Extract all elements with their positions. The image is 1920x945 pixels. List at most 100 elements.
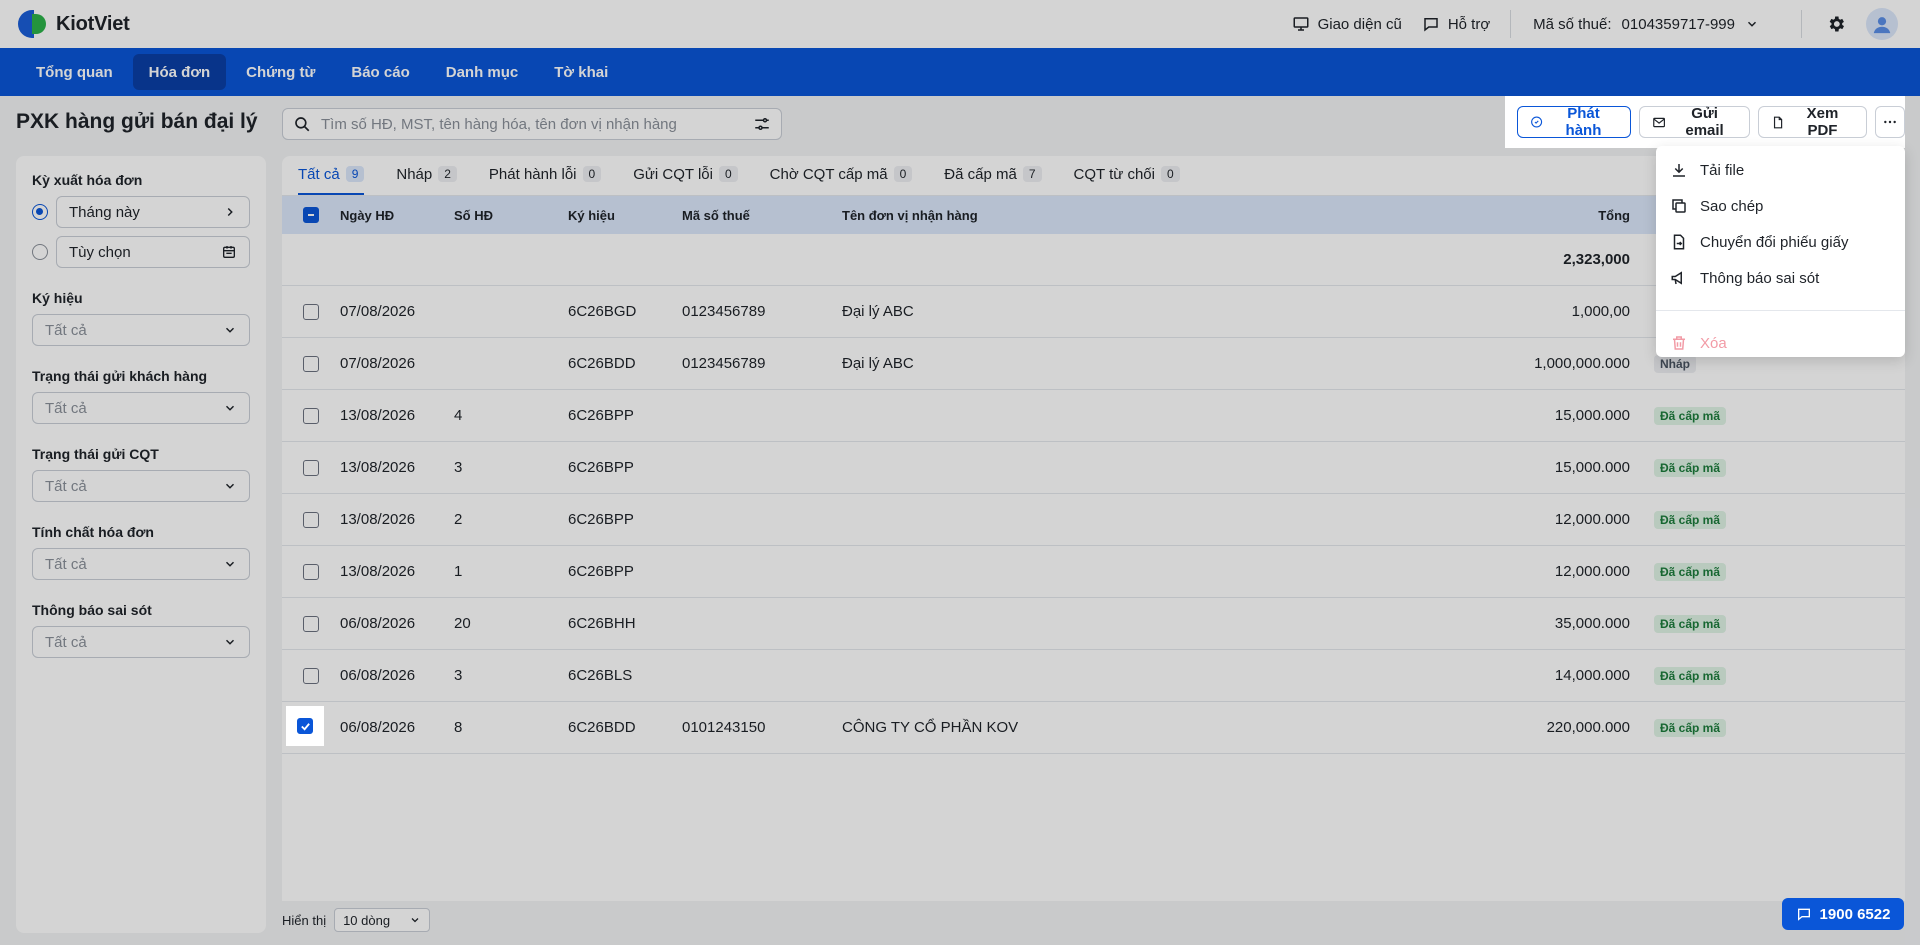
select-all-checkbox[interactable]	[303, 207, 319, 223]
cell-date: 07/08/2026	[340, 303, 416, 320]
chevron-down-icon	[411, 918, 419, 923]
nav-item-documents[interactable]: Chứng từ	[230, 54, 331, 90]
col-total[interactable]: Tổng	[1422, 208, 1630, 223]
table-row[interactable]: 06/08/2026 8 6C26BDD 0101243150 CÔNG TY CỔ P…	[282, 702, 1905, 754]
menu-item-copy[interactable]: Sao chép	[1656, 188, 1905, 224]
main-nav: Tổng quan Hóa đơn Chứng từ Báo cáo Danh …	[0, 48, 1920, 96]
radio-custom[interactable]	[32, 244, 48, 260]
row-checkbox[interactable]	[303, 563, 319, 580]
table-row[interactable]: 13/08/2026 1 6C26BPP 12,000.000 Đã cấp mã	[282, 546, 1905, 598]
symbol-select[interactable]: Tất cả	[32, 314, 250, 346]
menu-item-convert-paper[interactable]: Chuyển đổi phiếu giấy	[1656, 224, 1905, 260]
show-label: Hiển thị	[282, 912, 327, 928]
table-row[interactable]: 13/08/2026 4 6C26BPP 15,000.000 Đã cấp mã	[282, 390, 1905, 442]
stamp-icon	[1531, 116, 1543, 128]
send-email-label: Gửi email	[1685, 105, 1724, 139]
period-custom-field[interactable]: Tùy chọn	[56, 236, 250, 268]
cell-date: 06/08/2026	[340, 719, 416, 736]
cell-total: 15,000.000	[1554, 407, 1630, 424]
table-row[interactable]: 13/08/2026 2 6C26BPP 12,000.000 Đã cấp mã	[282, 494, 1905, 546]
menu-divider	[1656, 310, 1905, 311]
hotline-button[interactable]: 1900 6522	[1782, 898, 1904, 930]
gear-icon[interactable]	[1826, 14, 1846, 34]
col-date[interactable]: Ngày HĐ	[340, 208, 454, 223]
row-checkbox[interactable]	[303, 459, 319, 476]
avatar[interactable]	[1866, 8, 1898, 40]
row-checkbox[interactable]	[303, 511, 319, 528]
file-convert-icon	[1673, 234, 1685, 250]
tax-code-selector[interactable]: Mã số thuế: 0104359717-999	[1533, 16, 1759, 33]
old-ui-link[interactable]: Giao diện cũ	[1292, 15, 1402, 33]
tab-issue-error[interactable]: Phát hành lỗi 0	[489, 156, 602, 195]
cell-total: 12,000.000	[1554, 563, 1630, 580]
search-input[interactable]	[321, 115, 743, 133]
tab-draft[interactable]: Nháp 2	[396, 156, 457, 195]
tab-all[interactable]: Tất cả 9	[298, 156, 365, 195]
error-notice-label: Thông báo sai sót	[32, 602, 152, 618]
table-row[interactable]: 06/08/2026 20 6C26BHH 35,000.000 Đã cấp mã	[282, 598, 1905, 650]
tab-count: 2	[438, 166, 457, 182]
cell-number: 3	[454, 667, 463, 684]
nav-item-reports[interactable]: Báo cáo	[335, 54, 425, 90]
nav-item-invoices[interactable]: Hóa đơn	[132, 54, 227, 90]
view-pdf-button[interactable]: Xem PDF	[1758, 105, 1867, 139]
error-notice-select[interactable]: Tất cả	[32, 626, 250, 658]
tab-label: CQT từ chối	[1073, 165, 1155, 183]
tab-coded[interactable]: Đã cấp mã 7	[944, 156, 1042, 195]
nav-item-declarations[interactable]: Tờ khai	[538, 54, 624, 90]
cell-total: 12,000.000	[1554, 511, 1630, 528]
customer-status-select[interactable]: Tất cả	[32, 392, 250, 424]
table-footer: Hiển thị 10 dòng	[282, 908, 431, 932]
menu-item-label: Chuyển đổi phiếu giấy	[1700, 233, 1849, 251]
support-link[interactable]: Hỗ trợ	[1422, 15, 1490, 33]
nav-item-catalog[interactable]: Danh mục	[430, 54, 535, 90]
trash-icon	[1673, 336, 1685, 350]
col-symbol[interactable]: Ký hiệu	[568, 208, 682, 223]
invoice-nature-select[interactable]: Tất cả	[32, 548, 250, 580]
page-title: PXK hàng gửi bán đại lý	[16, 110, 258, 133]
row-checkbox[interactable]	[303, 355, 319, 372]
tab-cqt-send-error[interactable]: Gửi CQT lỗi 0	[633, 156, 738, 195]
chevron-down-icon	[1747, 21, 1757, 27]
row-checkbox[interactable]	[303, 407, 319, 424]
cell-total: 35,000.000	[1554, 615, 1630, 632]
col-recipient[interactable]: Tên đơn vị nhận hàng	[842, 208, 1422, 223]
cell-total: 220,000.000	[1546, 719, 1630, 736]
radio-this-month[interactable]	[32, 204, 48, 220]
chevron-down-icon	[225, 561, 235, 567]
brand-logo[interactable]: KiotViet	[16, 8, 130, 40]
more-actions-button[interactable]	[1874, 106, 1905, 138]
table-row[interactable]: 06/08/2026 3 6C26BLS 14,000.000 Đã cấp mã	[282, 650, 1905, 702]
period-this-month-field[interactable]: Tháng này	[56, 196, 250, 228]
menu-item-delete[interactable]: Xóa	[1656, 325, 1905, 361]
menu-item-download[interactable]: Tải file	[1656, 152, 1905, 188]
row-checkbox[interactable]	[303, 667, 319, 684]
cell-symbol: 6C26BHH	[568, 615, 636, 632]
megaphone-icon	[1671, 271, 1682, 285]
cell-symbol: 6C26BDD	[568, 719, 636, 736]
row-checkbox[interactable]	[303, 303, 319, 320]
cell-number: 1	[454, 563, 463, 580]
col-number[interactable]: Số HĐ	[454, 208, 568, 223]
tab-awaiting-code[interactable]: Chờ CQT cấp mã 0	[770, 156, 913, 195]
tab-rejected[interactable]: CQT từ chối 0	[1074, 156, 1180, 195]
table-row[interactable]: 13/08/2026 3 6C26BPP 15,000.000 Đã cấp mã	[282, 442, 1905, 494]
sum-total: 2,323,000	[1563, 251, 1630, 268]
col-tax-code[interactable]: Mã số thuế	[682, 208, 842, 223]
filter-sliders-icon[interactable]	[753, 115, 771, 133]
cqt-status-select[interactable]: Tất cả	[32, 470, 250, 502]
row-checkbox[interactable]	[303, 615, 319, 632]
cell-tax-code: 0123456789	[682, 303, 766, 320]
status-badge: Đã cấp mã	[1654, 510, 1727, 529]
minus-icon	[308, 214, 314, 216]
menu-item-error-notice[interactable]: Thông báo sai sót	[1656, 260, 1905, 296]
tax-code-value: 0104359717-999	[1621, 15, 1735, 33]
row-checkbox-checked[interactable]	[297, 718, 313, 734]
send-email-button[interactable]: Gửi email	[1638, 105, 1751, 139]
menu-item-label: Thông báo sai sót	[1700, 269, 1820, 287]
issue-button[interactable]: Phát hành	[1517, 105, 1631, 139]
customer-status-label: Trạng thái gửi khách hàng	[32, 368, 208, 384]
divider	[1801, 10, 1802, 38]
page-size-select[interactable]: 10 dòng	[334, 908, 431, 932]
nav-item-overview[interactable]: Tổng quan	[20, 54, 129, 90]
